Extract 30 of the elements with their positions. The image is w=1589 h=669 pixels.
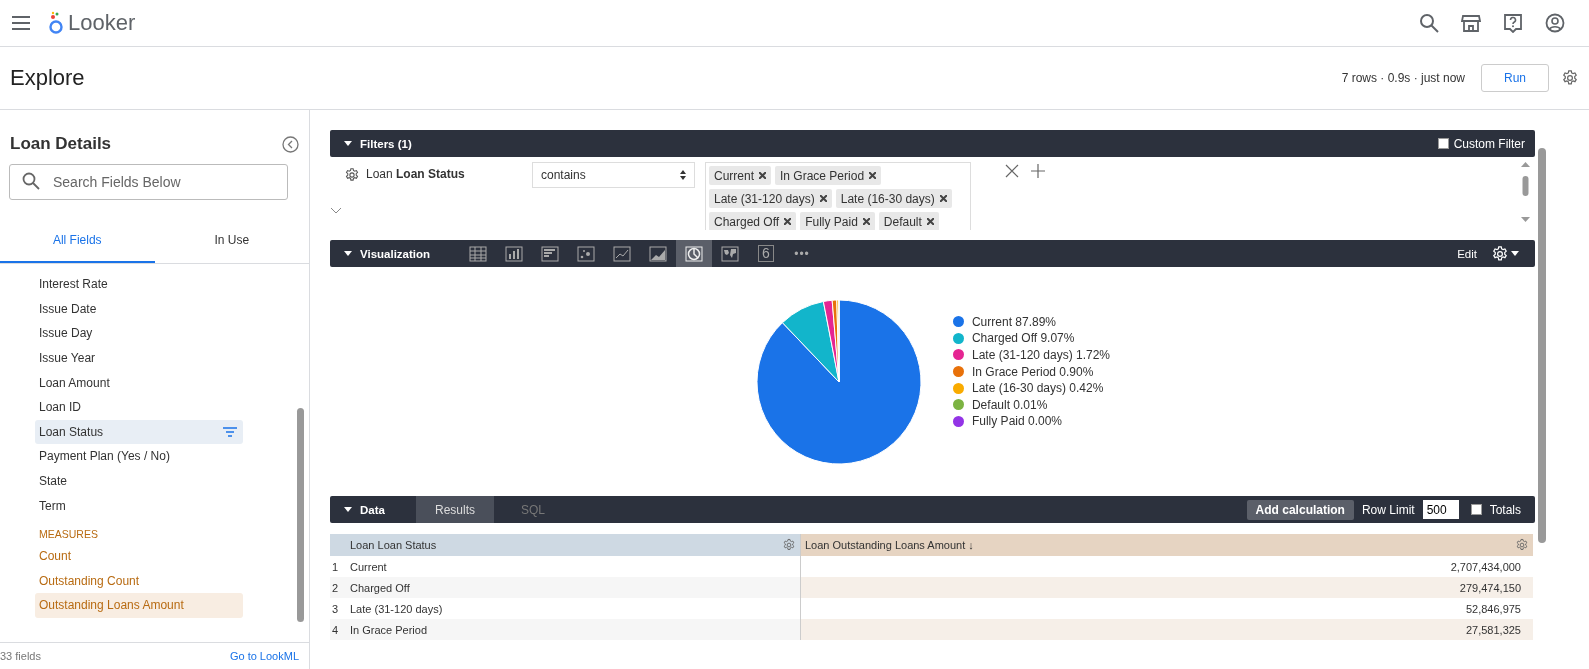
table-cell-text: Late (31-120 days) [349, 601, 444, 617]
section-heading: MEASURES [39, 527, 99, 540]
row-limit-label: Row Limit [1361, 502, 1415, 517]
checkbox-label: Custom Filter [1453, 136, 1525, 151]
page-title: Explore [10, 65, 85, 91]
legend-label: Current 87.89% [971, 314, 1056, 329]
table-cell: 27,581,325 [800, 619, 1533, 640]
table-cell: Charged Off [346, 577, 800, 598]
table-cell: In Grace Period [346, 619, 800, 640]
section-title: Filters (1) [360, 137, 412, 150]
section-title: Visualization [360, 247, 431, 260]
row-number: 1 [331, 559, 340, 575]
brand-name: Looker [68, 10, 136, 36]
row-number: 3 [331, 601, 340, 617]
legend-label: In Grace Period 0.90% [971, 364, 1094, 379]
checkbox-label: Totals [1489, 502, 1521, 517]
legend-label: Late (16-30 days) 0.42% [971, 381, 1104, 396]
row-number: 4 [330, 619, 346, 640]
legend-label: Charged Off 9.07% [971, 331, 1075, 346]
query-status: 7 rows · 0.9s · just now [1341, 71, 1465, 85]
field-count: 33 fields [0, 650, 41, 662]
explore-name: Loan Details [10, 134, 112, 154]
legend-label: Late (31-120 days) 1.72% [971, 347, 1111, 362]
table-cell-text: Current [349, 559, 388, 575]
table-cell: 279,474,150 [800, 577, 1533, 598]
section-title: Data [360, 503, 385, 516]
filter-field: Loan Loan Status [366, 167, 465, 181]
row-number: 2 [330, 577, 346, 598]
legend-label: Fully Paid 0.00% [971, 414, 1062, 429]
legend-label: Default 0.01% [971, 397, 1048, 412]
